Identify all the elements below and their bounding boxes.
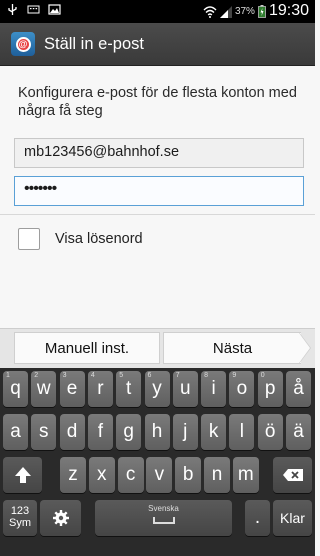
wifi-icon [203, 5, 217, 18]
space-key[interactable]: Svenska [95, 500, 232, 536]
key-ä[interactable]: ä [286, 414, 311, 450]
key-k[interactable]: k [201, 414, 227, 450]
symbols-key[interactable]: 123 Sym [3, 500, 37, 536]
key-h[interactable]: h [144, 414, 170, 450]
key-number-hint: 8 [204, 372, 208, 379]
soft-keyboard: 1q2w3e4r5t6y7u8i9o0på asdfghjklöä zxcvbn… [0, 368, 315, 556]
space-language-label: Svenska [148, 504, 179, 513]
divider [0, 214, 315, 215]
symbols-key-bottom: Sym [9, 517, 31, 529]
key-number-hint: 7 [175, 372, 180, 379]
show-password-label[interactable]: Visa lösenord [55, 231, 143, 247]
done-key[interactable]: Klar [273, 500, 312, 536]
key-f[interactable]: f [87, 414, 113, 450]
setup-form: Konfigurera e-post för de flesta konton … [0, 66, 315, 328]
signal-icon [219, 5, 232, 18]
key-m[interactable]: m [232, 457, 259, 493]
gear-icon [52, 510, 69, 526]
key-number-hint: 9 [232, 372, 237, 379]
symbols-key-top: 123 [10, 505, 30, 517]
key-a[interactable]: a [3, 414, 28, 450]
keyboard-status-icon [27, 5, 40, 14]
key-b[interactable]: b [175, 457, 202, 493]
key-label: i [211, 378, 216, 399]
keyboard-row-2: asdfghjklöä [0, 414, 315, 454]
key-l[interactable]: l [229, 414, 255, 450]
at-sign-icon: @ [15, 36, 31, 52]
key-label: r [97, 378, 104, 399]
key-label: w [36, 378, 51, 399]
key-q[interactable]: 1q [3, 371, 28, 407]
period-key[interactable]: . [245, 500, 270, 536]
key-n[interactable]: n [204, 457, 230, 493]
show-password-checkbox[interactable] [18, 228, 40, 250]
key-label: å [293, 378, 304, 399]
key-r[interactable]: 4r [87, 371, 113, 407]
key-x[interactable]: x [88, 457, 115, 493]
email-app-icon: @ [11, 32, 35, 56]
key-label: p [264, 378, 276, 399]
key-y[interactable]: 6y [144, 371, 170, 407]
button-bar: Manuell inst. Nästa [0, 328, 315, 368]
key-label: t [126, 378, 132, 399]
key-å[interactable]: å [286, 371, 311, 407]
status-left [6, 3, 61, 16]
key-number-hint: 5 [119, 372, 124, 379]
key-z[interactable]: z [60, 457, 86, 493]
keyboard-row-3: zxcvbnm [0, 457, 315, 497]
password-field[interactable]: ••••••• [14, 176, 304, 206]
key-label: o [236, 378, 248, 399]
status-right: 37% 19:30 [203, 2, 309, 20]
image-icon [48, 4, 61, 15]
settings-key[interactable] [40, 500, 81, 536]
key-number-hint: 0 [260, 372, 265, 379]
key-g[interactable]: g [116, 414, 142, 450]
key-number-hint: 4 [90, 372, 95, 379]
key-number-hint: 1 [6, 372, 10, 379]
usb-icon [8, 4, 17, 15]
show-password-row[interactable]: Visa lösenord [18, 228, 143, 250]
space-bar-icon [152, 517, 175, 524]
intro-text: Konfigurera e-post för de flesta konton … [18, 85, 297, 119]
key-t[interactable]: 5t [116, 371, 142, 407]
manual-setup-button[interactable]: Manuell inst. [14, 332, 160, 364]
key-u[interactable]: 7u [172, 371, 198, 407]
key-w[interactable]: 2w [31, 371, 57, 407]
key-number-hint: 3 [62, 372, 67, 379]
email-field[interactable]: mb123456@bahnhof.se [14, 138, 304, 168]
page-title: Ställ in e-post [44, 34, 144, 53]
backspace-key[interactable] [273, 457, 312, 493]
key-number-hint: 2 [34, 372, 39, 379]
clock-time: 19:30 [268, 2, 309, 19]
action-bar: @ Ställ in e-post [0, 23, 315, 66]
status-bar: 37% 19:30 [0, 0, 315, 23]
next-button[interactable]: Nästa [163, 332, 301, 364]
key-number-hint: 6 [147, 372, 152, 379]
shift-arrow-icon [14, 467, 31, 483]
key-d[interactable]: d [59, 414, 85, 450]
key-i[interactable]: 8i [201, 371, 227, 407]
key-j[interactable]: j [172, 414, 198, 450]
key-e[interactable]: 3e [59, 371, 85, 407]
key-label: u [180, 378, 191, 399]
key-label: y [152, 378, 162, 399]
battery-icon [258, 4, 266, 18]
backspace-icon [282, 469, 303, 481]
key-label: e [66, 378, 78, 399]
keyboard-row-4: 123 Sym Svenska . Klar [0, 500, 315, 540]
key-label: q [10, 378, 21, 399]
shift-key[interactable] [3, 457, 42, 493]
key-s[interactable]: s [31, 414, 57, 450]
key-p[interactable]: 0p [257, 371, 283, 407]
key-ö[interactable]: ö [257, 414, 283, 450]
battery-percent: 37% [234, 5, 255, 17]
key-c[interactable]: c [117, 457, 144, 493]
keyboard-row-1: 1q2w3e4r5t6y7u8i9o0på [0, 371, 315, 411]
key-o[interactable]: 9o [229, 371, 255, 407]
next-arrow-icon[interactable] [299, 333, 310, 363]
key-v[interactable]: v [146, 457, 173, 493]
